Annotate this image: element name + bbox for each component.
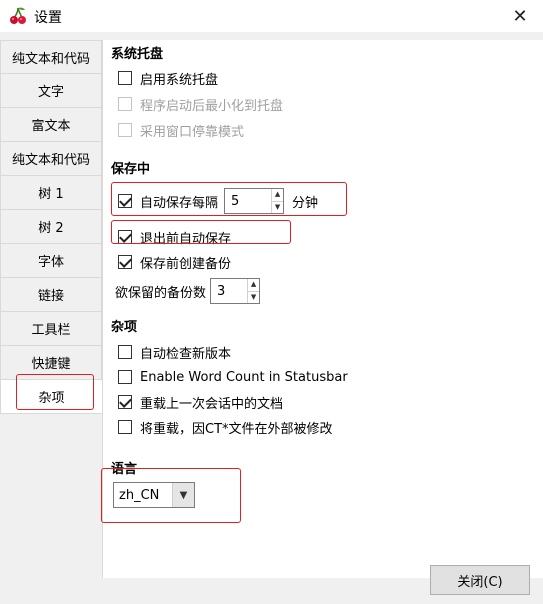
window-close-button[interactable]: ✕ <box>497 0 543 32</box>
spin-up-icon[interactable]: ▲ <box>248 279 260 292</box>
close-button-label: 关闭(C) <box>457 574 503 590</box>
close-button[interactable]: 关闭(C) <box>430 565 530 595</box>
close-icon: ✕ <box>512 5 528 27</box>
backup-label: 保存前创建备份 <box>140 256 232 272</box>
section-title-language: 语言 <box>111 462 138 477</box>
reload-session-option[interactable]: 重载上一次会话中的文档 <box>118 392 283 412</box>
autosave-unit-label: 分钟 <box>292 195 319 211</box>
title-bar: 设置 ✕ <box>0 0 543 32</box>
tab-links[interactable]: 链接 <box>0 278 102 312</box>
enable-tray-checkbox[interactable] <box>118 71 132 85</box>
backup-count-value[interactable]: 3 <box>211 279 247 303</box>
tab-toolbar[interactable]: 工具栏 <box>0 312 102 346</box>
language-select[interactable]: zh_CN ▼ <box>113 482 195 508</box>
backup-checkbox[interactable] <box>118 255 132 269</box>
start-minimized-checkbox <box>118 97 132 111</box>
check-updates-option[interactable]: 自动检查新版本 <box>118 342 231 362</box>
tab-text[interactable]: 文字 <box>0 74 102 108</box>
reload-modified-checkbox[interactable] <box>118 420 132 434</box>
start-minimized-label: 程序启动后最小化到托盘 <box>140 98 284 114</box>
chevron-down-icon[interactable]: ▼ <box>172 483 194 507</box>
tab-misc[interactable]: 杂项 <box>0 380 102 414</box>
tab-fonts[interactable]: 字体 <box>0 244 102 278</box>
backup-count-spinbox[interactable]: 3 ▲ ▼ <box>210 278 261 304</box>
spin-down-icon[interactable]: ▼ <box>248 292 259 304</box>
section-title-tray: 系统托盘 <box>111 47 164 62</box>
window-title: 设置 <box>34 10 62 26</box>
backup-option[interactable]: 保存前创建备份 <box>118 252 231 272</box>
word-count-label: Enable Word Count in Statusbar <box>140 369 348 385</box>
dock-mode-checkbox <box>118 123 132 137</box>
dock-mode-label: 采用窗口停靠模式 <box>140 124 245 140</box>
backup-count-row: 欲保留的备份数 3 ▲ ▼ <box>115 277 268 305</box>
reload-modified-option[interactable]: 将重载，因CT*文件在外部被修改 <box>118 417 333 437</box>
settings-panel: 系统托盘 启用系统托盘 程序启动后最小化到托盘 采用窗口停靠模式 保存中 自动保… <box>101 40 543 578</box>
dock-mode-option: 采用窗口停靠模式 <box>118 120 244 140</box>
section-title-misc: 杂项 <box>111 320 138 335</box>
dialog-body: 纯文本和代码 文字 富文本 纯文本和代码 树 1 树 2 字体 链接 工具栏 快… <box>0 32 543 604</box>
tab-shortcuts[interactable]: 快捷键 <box>0 346 102 380</box>
word-count-checkbox[interactable] <box>118 370 132 384</box>
settings-tab-list: 纯文本和代码 文字 富文本 纯文本和代码 树 1 树 2 字体 链接 工具栏 快… <box>0 40 102 414</box>
tab-plain-text-code[interactable]: 纯文本和代码 <box>0 40 102 74</box>
reload-session-checkbox[interactable] <box>118 395 132 409</box>
language-value: zh_CN <box>119 487 160 503</box>
tab-tree-1[interactable]: 树 1 <box>0 176 102 210</box>
tab-plain-text-code-2[interactable]: 纯文本和代码 <box>0 142 102 176</box>
autosave-interval-spinbox[interactable]: 5 ▲ ▼ <box>224 188 285 214</box>
tab-rich-text[interactable]: 富文本 <box>0 108 102 142</box>
enable-tray-option[interactable]: 启用系统托盘 <box>118 68 218 88</box>
save-on-exit-label: 退出前自动保存 <box>140 231 232 247</box>
enable-tray-label: 启用系统托盘 <box>140 72 219 88</box>
backup-count-label: 欲保留的备份数 <box>115 285 207 301</box>
start-minimized-option: 程序启动后最小化到托盘 <box>118 94 283 114</box>
spin-down-icon[interactable]: ▼ <box>272 202 283 214</box>
check-updates-checkbox[interactable] <box>118 345 132 359</box>
save-on-exit-option[interactable]: 退出前自动保存 <box>118 227 231 247</box>
save-on-exit-checkbox[interactable] <box>118 230 132 244</box>
autosave-checkbox[interactable] <box>118 194 132 208</box>
reload-modified-label: 将重载，因CT*文件在外部被修改 <box>140 421 333 437</box>
reload-session-label: 重载上一次会话中的文档 <box>140 396 284 412</box>
autosave-label: 自动保存每隔 <box>140 195 219 211</box>
check-updates-label: 自动检查新版本 <box>140 346 232 362</box>
autosave-interval-value[interactable]: 5 <box>225 189 271 213</box>
spin-up-icon[interactable]: ▲ <box>272 189 284 202</box>
autosave-option[interactable]: 自动保存每隔 5 ▲ ▼ 分钟 <box>118 187 318 215</box>
cherry-icon <box>10 7 26 24</box>
word-count-option[interactable]: Enable Word Count in Statusbar <box>118 367 348 387</box>
tab-tree-2[interactable]: 树 2 <box>0 210 102 244</box>
section-title-saving: 保存中 <box>111 162 151 177</box>
